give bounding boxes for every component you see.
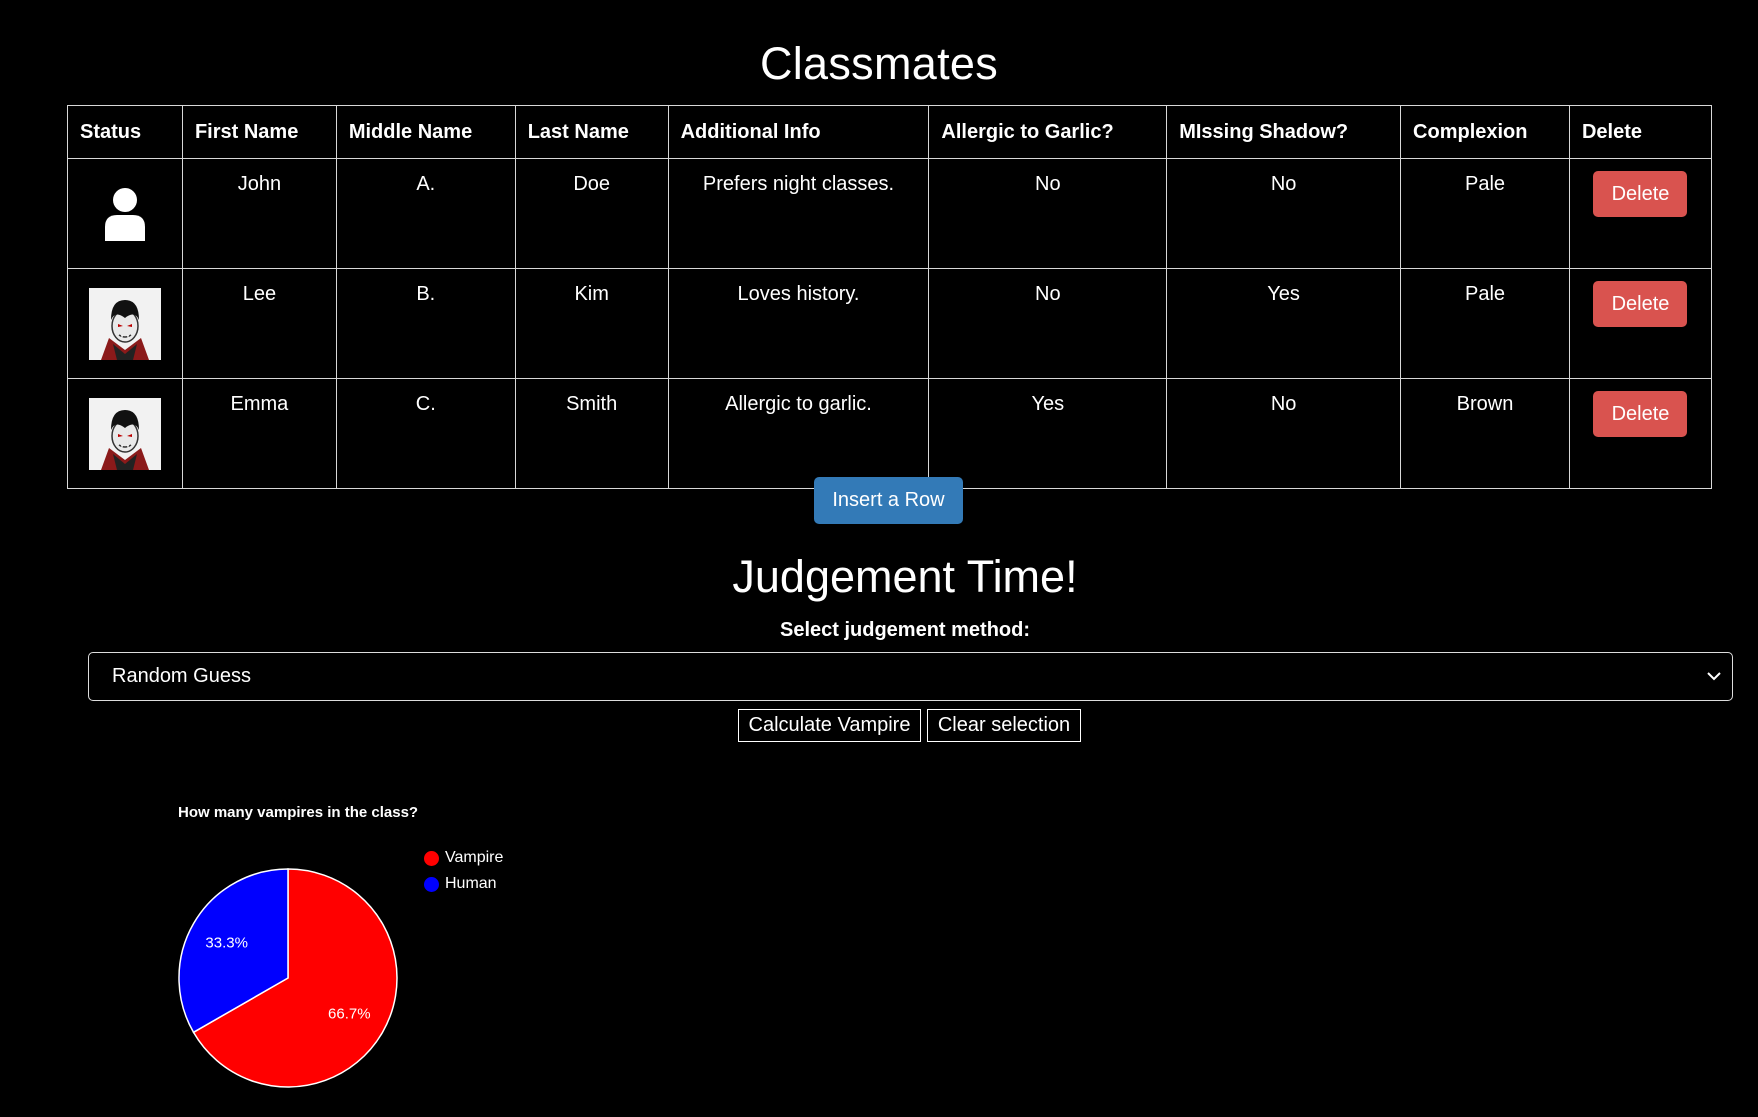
column-header: Last Name (514, 105, 669, 159)
column-header: Delete (1568, 105, 1713, 159)
additional-info-cell: Loves history. (667, 268, 930, 379)
last-name-cell: Kim (514, 268, 669, 379)
shadow-cell: No (1166, 158, 1402, 269)
column-header: Middle Name (335, 105, 516, 159)
legend-label: Vampire (445, 849, 504, 866)
pie-chart: 66.7% 33.3% (178, 868, 398, 1088)
last-name-cell: Smith (514, 378, 669, 489)
select-label: Select judgement method: (779, 619, 1031, 641)
garlic-cell: No (928, 158, 1168, 269)
clear-selection-button[interactable]: Clear selection (927, 709, 1081, 742)
table-row: John A. Doe Prefers night classes. No No… (67, 158, 1713, 269)
table-row: Emma C. Smith Allergic to garlic. Yes No… (67, 378, 1713, 489)
complexion-cell: Pale (1400, 268, 1570, 379)
legend-item-human: Human (424, 871, 503, 897)
table-header-row: Status First Name Middle Name Last Name … (67, 105, 1713, 159)
vampire-icon (88, 287, 161, 360)
legend-item-vampire: Vampire (424, 845, 503, 871)
middle-name-cell: C. (335, 378, 516, 489)
legend-swatch (424, 876, 439, 892)
middle-name-cell: B. (335, 268, 516, 379)
delete-button[interactable]: Delete (1593, 281, 1688, 327)
table-row: Lee B. Kim Loves history. No Yes Pale De… (67, 268, 1713, 379)
column-header: First Name (181, 105, 337, 159)
first-name-cell: Emma (181, 378, 337, 489)
delete-cell: Delete (1568, 158, 1713, 269)
delete-cell: Delete (1568, 378, 1713, 489)
chart-title: How many vampires in the class? (178, 804, 419, 821)
vampire-icon (88, 397, 161, 470)
column-header: Additional Info (667, 105, 930, 159)
additional-info-cell: Allergic to garlic. (667, 378, 930, 489)
complexion-cell: Pale (1400, 158, 1570, 269)
status-cell (67, 158, 183, 269)
first-name-cell: John (181, 158, 337, 269)
first-name-cell: Lee (181, 268, 337, 379)
delete-button[interactable]: Delete (1593, 171, 1688, 217)
complexion-cell: Brown (1400, 378, 1570, 489)
column-header: MIssing Shadow? (1166, 105, 1402, 159)
insert-row-button[interactable]: Insert a Row (814, 477, 963, 524)
status-cell (67, 378, 183, 489)
chevron-down-icon (1707, 672, 1721, 681)
delete-button[interactable]: Delete (1593, 391, 1688, 437)
garlic-cell: No (928, 268, 1168, 379)
pie-label-vampire: 66.7% (328, 1005, 371, 1022)
judgement-method-select[interactable]: Random Guess (88, 652, 1733, 701)
judgement-title: Judgement Time! (732, 551, 1078, 602)
person-icon (89, 178, 161, 250)
legend-swatch (424, 850, 439, 866)
status-cell (67, 268, 183, 379)
shadow-cell: Yes (1166, 268, 1402, 379)
column-header: Status (67, 105, 183, 159)
calculate-vampire-button[interactable]: Calculate Vampire (738, 709, 921, 742)
column-header: Allergic to Garlic? (928, 105, 1168, 159)
chart-legend: Vampire Human (424, 845, 503, 897)
page-title: Classmates (759, 38, 999, 89)
last-name-cell: Doe (514, 158, 669, 269)
legend-label: Human (445, 875, 497, 892)
additional-info-cell: Prefers night classes. (667, 158, 930, 269)
shadow-cell: No (1166, 378, 1402, 489)
middle-name-cell: A. (335, 158, 516, 269)
delete-cell: Delete (1568, 268, 1713, 379)
column-header: Complexion (1400, 105, 1570, 159)
classmates-table: Status First Name Middle Name Last Name … (67, 105, 1713, 489)
pie-label-human: 33.3% (205, 935, 248, 952)
select-value: Random Guess (112, 665, 251, 687)
garlic-cell: Yes (928, 378, 1168, 489)
